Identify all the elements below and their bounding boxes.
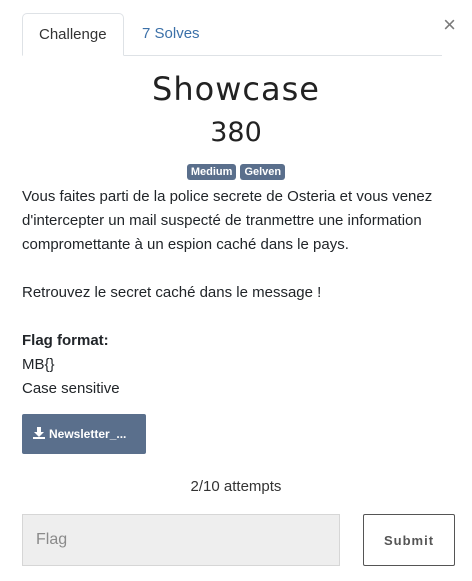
case-sensitive-note: Case sensitive xyxy=(22,380,120,397)
download-file-label: Newsletter_... xyxy=(49,427,127,441)
challenge-tags: Medium Gelven xyxy=(0,164,472,180)
tag-badge-author: Gelven xyxy=(240,164,286,180)
tab-challenge[interactable]: Challenge xyxy=(22,13,124,56)
challenge-title: Showcase xyxy=(152,70,320,108)
download-icon xyxy=(33,427,45,439)
description-paragraph: Retrouvez le secret caché dans le messag… xyxy=(22,284,322,301)
submit-button[interactable]: Submit xyxy=(363,514,455,566)
tab-solves[interactable]: 7 Solves xyxy=(126,13,216,55)
flag-format-label: Flag format: xyxy=(22,332,109,349)
flag-format-value: MB{} xyxy=(22,356,55,373)
challenge-description: Vous faites parti de la police secrete d… xyxy=(22,185,454,401)
download-file-button[interactable]: Newsletter_... xyxy=(22,414,146,454)
close-icon[interactable]: × xyxy=(443,14,456,36)
tag-badge-difficulty: Medium xyxy=(186,164,237,180)
challenge-modal: × Challenge 7 Solves Showcase 380 Medium… xyxy=(0,0,472,581)
description-paragraph: Vous faites parti de la police secrete d… xyxy=(22,188,433,253)
challenge-tabs: Challenge 7 Solves xyxy=(22,13,442,56)
attempts-counter: 2/10 attempts xyxy=(190,478,282,495)
flag-input[interactable] xyxy=(22,514,340,566)
challenge-points: 380 xyxy=(210,117,262,148)
